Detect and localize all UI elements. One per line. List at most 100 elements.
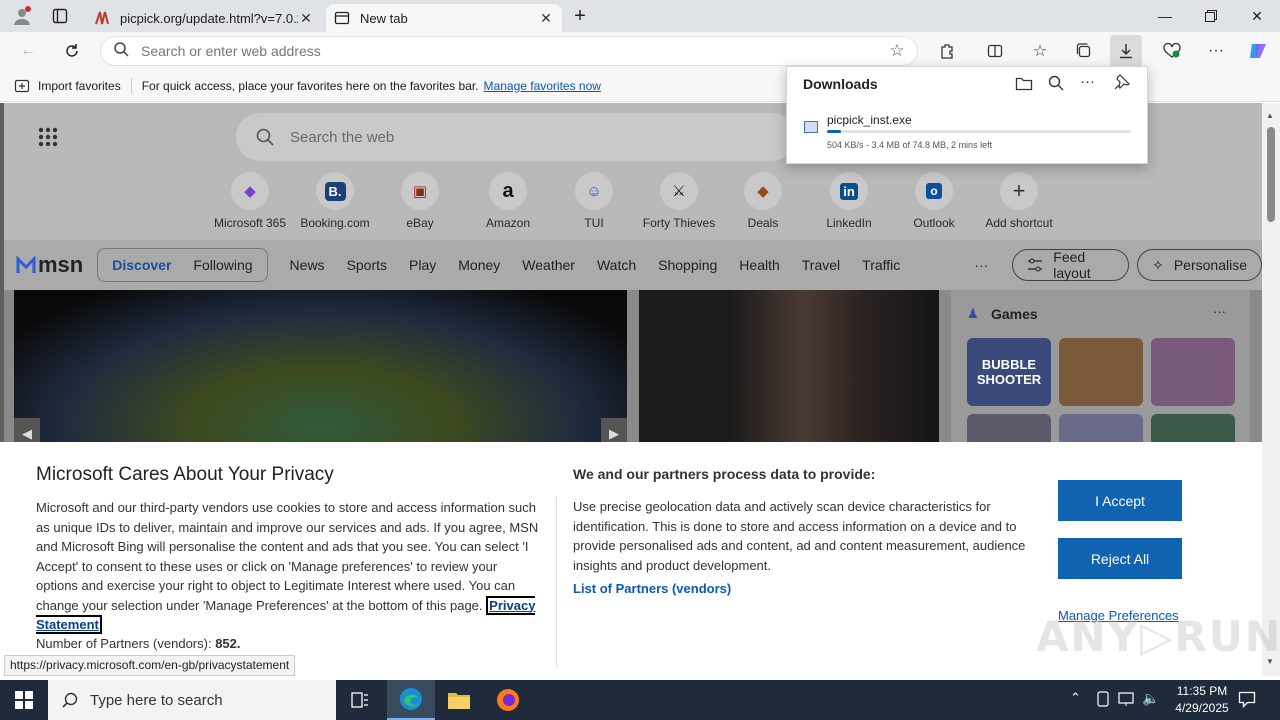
copilot-icon[interactable] — [1242, 35, 1274, 67]
news-card-pregnancy-image[interactable] — [639, 290, 939, 450]
shortcut-outlook[interactable]: o Outlook — [894, 172, 974, 230]
accept-button[interactable]: I Accept — [1058, 480, 1182, 521]
volume-icon[interactable]: 🔈 — [1142, 690, 1159, 707]
start-button[interactable] — [0, 680, 48, 720]
nav-play[interactable]: Play — [409, 257, 436, 273]
address-input[interactable] — [141, 43, 877, 59]
personalise-label: Personalise — [1173, 257, 1247, 273]
restore-button[interactable] — [1188, 0, 1234, 32]
tab-new-tab[interactable]: New tab ✕ — [326, 4, 562, 32]
privacy-divider — [556, 497, 557, 667]
split-screen-icon[interactable] — [979, 35, 1011, 67]
tab-following[interactable]: Following — [193, 257, 252, 273]
pin-icon[interactable] — [1114, 74, 1131, 93]
task-view-icon[interactable] — [336, 680, 384, 720]
import-favorites-icon[interactable] — [14, 78, 30, 94]
new-tab-button[interactable]: + — [566, 4, 594, 28]
scroll-up-arrow[interactable]: ▲ — [1266, 111, 1274, 120]
shortcut-add[interactable]: + Add shortcut — [979, 172, 1059, 230]
nav-traffic[interactable]: Traffic — [862, 257, 900, 273]
shortcut-booking[interactable]: B. Booking.com — [295, 172, 375, 230]
search-downloads-icon[interactable] — [1048, 75, 1064, 94]
taskbar-search[interactable]: Type here to search — [48, 680, 336, 720]
deals-icon: ◆ — [744, 172, 782, 210]
more-nav-icon[interactable]: ··· — [974, 257, 988, 273]
downloads-icon[interactable] — [1110, 35, 1142, 67]
tab-strip: picpick.org/update.html?v=7.0.2 ✕ New ta… — [0, 0, 1280, 32]
clock-time[interactable]: 11:35 PM — [1168, 684, 1236, 698]
games-title: Games — [991, 306, 1038, 322]
import-favorites-button[interactable]: Import favorites — [38, 79, 121, 93]
more-menu-icon[interactable]: ··· — [1200, 35, 1232, 67]
shortcut-label: Add shortcut — [985, 216, 1053, 230]
feed-layout-button[interactable]: Feed layout — [1012, 249, 1130, 281]
download-file-name[interactable]: picpick_inst.exe — [827, 113, 912, 127]
shortcut-microsoft365[interactable]: ◆ Microsoft 365 — [210, 172, 290, 230]
notifications-icon[interactable] — [1238, 690, 1256, 711]
shortcut-amazon[interactable]: a Amazon — [468, 172, 548, 230]
tab-title: picpick.org/update.html?v=7.0.2 — [120, 10, 298, 26]
shortcut-deals[interactable]: ◆ Deals — [723, 172, 803, 230]
nav-money[interactable]: Money — [458, 257, 500, 273]
minimize-button[interactable]: — — [1142, 0, 1188, 32]
extensions-icon[interactable] — [931, 35, 963, 67]
game-tile-3[interactable] — [1151, 338, 1235, 406]
nav-health[interactable]: Health — [739, 257, 779, 273]
linkedin-icon: in — [830, 172, 868, 210]
tray-chevron-icon[interactable]: ⌃ — [1070, 690, 1081, 706]
games-widget: ♟ Games ··· BUBBLE SHOOTER — [951, 290, 1250, 450]
web-search-box[interactable]: Search the web — [236, 113, 796, 161]
network-icon[interactable] — [1118, 691, 1134, 710]
download-progress-track — [827, 130, 1131, 133]
privacy-body: Microsoft and our third-party vendors us… — [36, 498, 542, 635]
personalise-button[interactable]: ✧ Personalise — [1137, 249, 1262, 281]
browser-essentials-icon[interactable] — [1156, 35, 1188, 67]
close-tab-icon[interactable]: ✕ — [298, 10, 314, 27]
back-button[interactable]: ← — [12, 35, 44, 67]
list-partners-link[interactable]: List of Partners (vendors) — [573, 581, 731, 596]
msn-logo[interactable]: msn — [16, 252, 83, 278]
nav-weather[interactable]: Weather — [522, 257, 575, 273]
firefox-icon[interactable] — [484, 680, 532, 720]
collections-icon[interactable] — [1068, 35, 1100, 67]
manage-favorites-link[interactable]: Manage favorites now — [484, 79, 601, 93]
nav-sports[interactable]: Sports — [347, 257, 387, 273]
address-bar[interactable]: ☆ — [100, 36, 918, 66]
apps-launcher-icon[interactable] — [38, 127, 58, 150]
open-folder-icon[interactable] — [1015, 75, 1033, 94]
nav-travel[interactable]: Travel — [802, 257, 840, 273]
downloads-more-icon[interactable]: ··· — [1080, 73, 1095, 90]
nav-shopping[interactable]: Shopping — [658, 257, 717, 273]
edge-taskbar-icon[interactable] — [387, 680, 435, 720]
nav-news[interactable]: News — [290, 257, 325, 273]
shortcut-tui[interactable]: ☺ TUI — [554, 172, 634, 230]
vertical-scrollbar[interactable]: ▲ ▼ — [1262, 103, 1280, 676]
tab-actions-icon[interactable] — [48, 6, 72, 26]
amazon-icon: a — [489, 172, 527, 210]
shortcut-linkedin[interactable]: in LinkedIn — [809, 172, 889, 230]
games-more-icon[interactable]: ··· — [1213, 304, 1226, 319]
tab-discover[interactable]: Discover — [112, 257, 171, 273]
close-tab-icon[interactable]: ✕ — [538, 10, 554, 27]
msn-feed: ◀ ▶ ♟ Games ··· BUBBLE SHOOTER — [4, 290, 1262, 450]
shortcut-ebay[interactable]: ▣ eBay — [380, 172, 460, 230]
nav-watch[interactable]: Watch — [597, 257, 636, 273]
reject-all-button[interactable]: Reject All — [1058, 538, 1182, 579]
shortcut-forty-thieves[interactable]: ⚔ Forty Thieves — [639, 172, 719, 230]
profile-icon[interactable] — [8, 4, 36, 28]
tab-picpick[interactable]: picpick.org/update.html?v=7.0.2 ✕ — [86, 4, 322, 32]
close-window-button[interactable]: ✕ — [1234, 0, 1280, 32]
favorites-icon[interactable]: ☆ — [1024, 35, 1056, 67]
favorite-star-icon[interactable]: ☆ — [877, 41, 917, 61]
tray-device-icon[interactable] — [1096, 691, 1110, 710]
refresh-button[interactable] — [56, 35, 88, 67]
game-tile-bubble-shooter[interactable]: BUBBLE SHOOTER — [967, 338, 1051, 406]
hero-card-brain-image[interactable]: ◀ ▶ — [14, 290, 627, 450]
game-tile-2[interactable] — [1059, 338, 1143, 406]
feed-layout-label: Feed layout — [1053, 249, 1091, 281]
scroll-thumb[interactable] — [1267, 127, 1275, 222]
booking-icon: B. — [316, 172, 354, 210]
clock-date[interactable]: 4/29/2025 — [1168, 701, 1236, 715]
exe-file-icon — [804, 121, 818, 133]
file-explorer-icon[interactable] — [435, 680, 483, 720]
